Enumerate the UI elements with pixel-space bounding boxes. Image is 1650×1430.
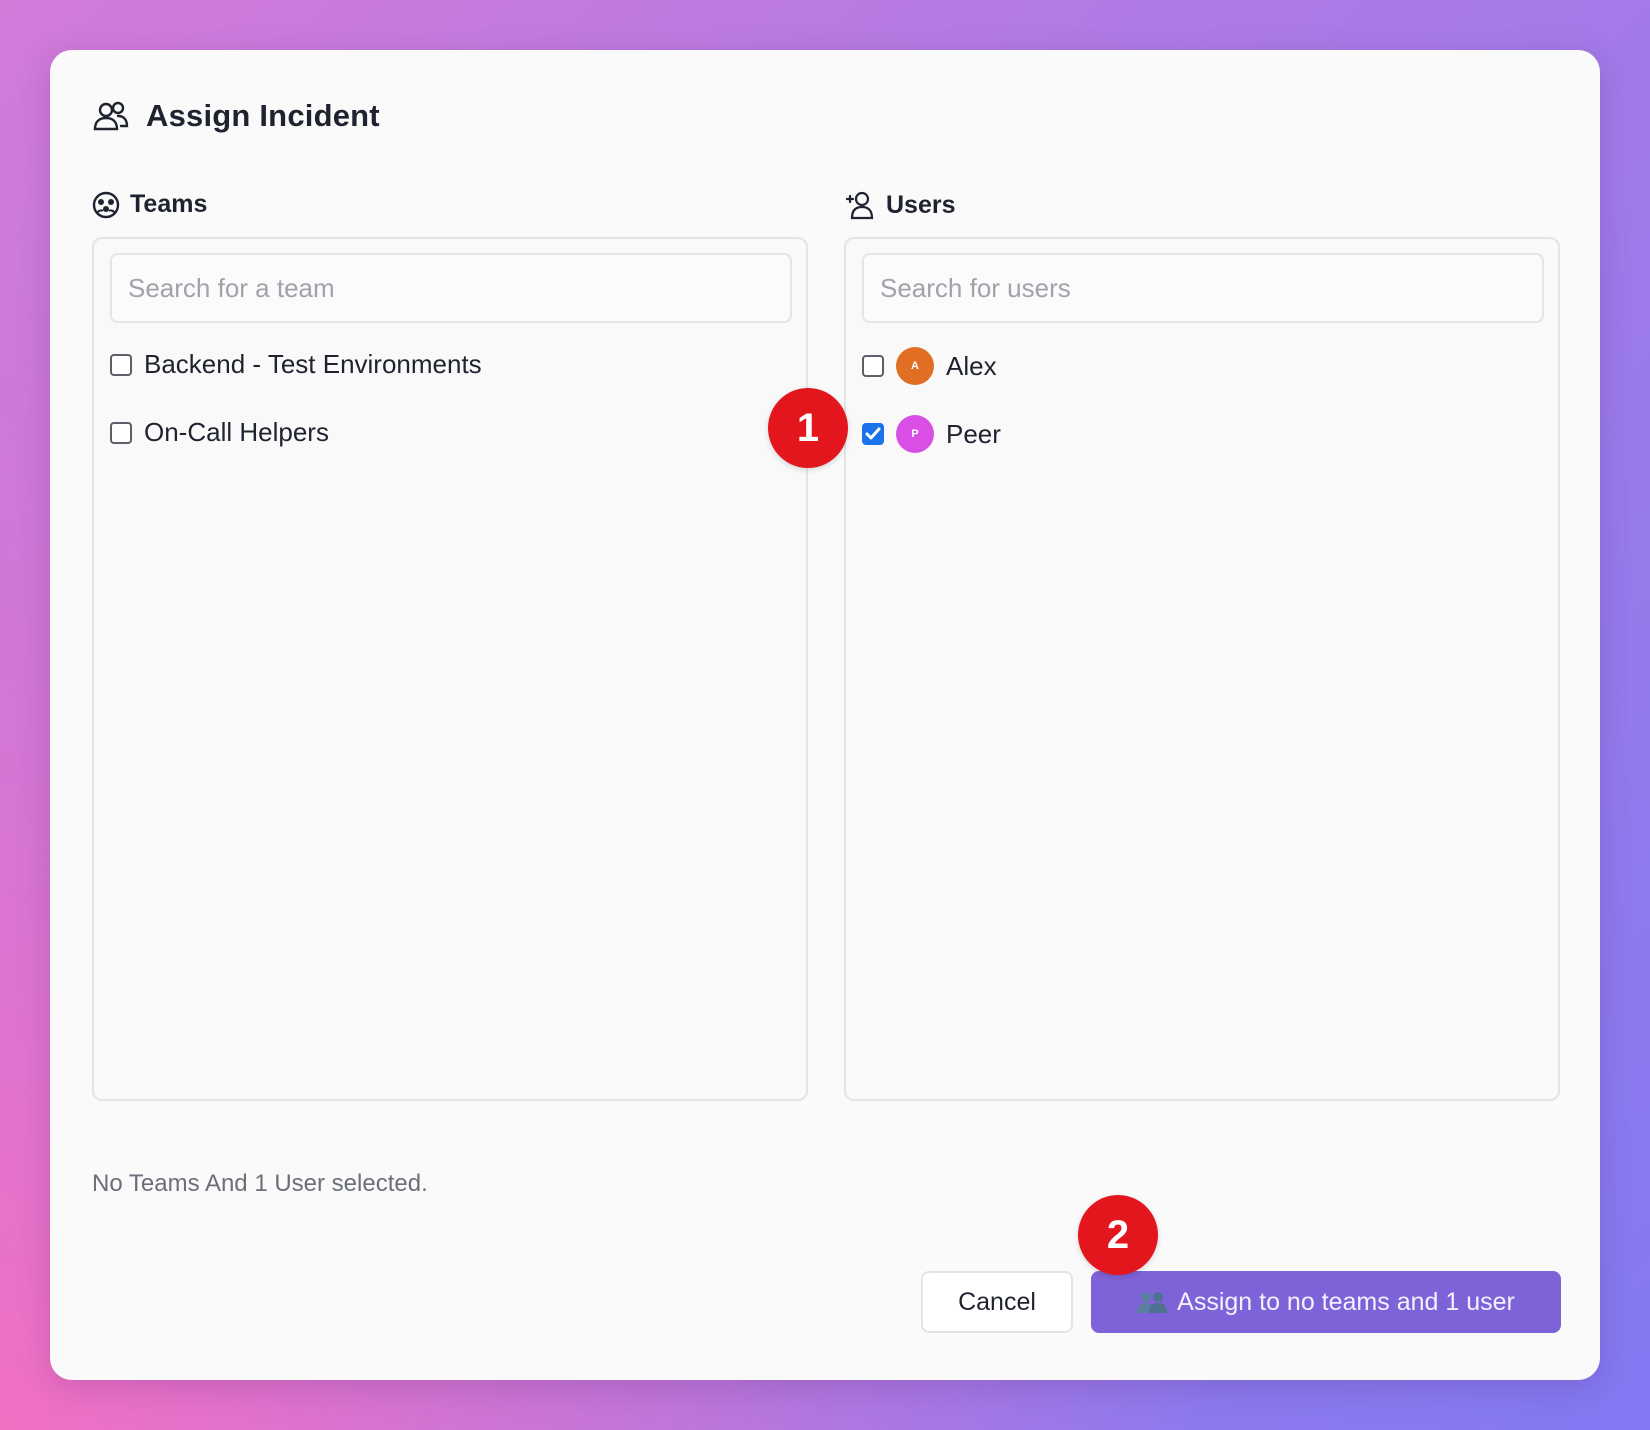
team-item-backend-test-environments[interactable]: Backend - Test Environments <box>110 349 482 380</box>
team-item-label: On-Call Helpers <box>144 417 329 447</box>
checkmark-icon <box>865 427 881 440</box>
add-user-icon <box>844 190 876 220</box>
step-badge-1: 1 <box>768 388 848 468</box>
users-group-icon <box>1137 1291 1168 1313</box>
user-item-label: Alex <box>946 350 997 381</box>
team-item-on-call-helpers[interactable]: On-Call Helpers <box>110 417 329 448</box>
user-item-label: Peer <box>946 418 1001 449</box>
team-search-input[interactable] <box>110 253 792 323</box>
step-badge-2: 2 <box>1078 1195 1158 1275</box>
cancel-button[interactable]: Cancel <box>921 1271 1073 1333</box>
user-item-peer[interactable]: P Peer <box>862 415 1001 453</box>
avatar: P <box>896 415 934 453</box>
user-item-alex[interactable]: A Alex <box>862 347 997 385</box>
team-checkbox[interactable] <box>110 421 132 444</box>
teams-label: Teams <box>130 190 208 218</box>
teams-panel: Backend - Test Environments On-Call Help… <box>92 237 808 1101</box>
user-checkbox[interactable] <box>862 423 884 445</box>
dialog-title: Assign Incident <box>146 98 380 133</box>
users-label: Users <box>886 190 956 219</box>
selection-summary: No Teams And 1 User selected. <box>92 1170 428 1197</box>
teams-section-label: Teams <box>92 190 207 219</box>
avatar: A <box>896 347 934 385</box>
dialog-header: Assign Incident <box>92 98 380 134</box>
user-search-input[interactable] <box>862 253 1544 323</box>
users-section-label: Users <box>844 190 956 220</box>
users-panel: A Alex P Peer <box>844 237 1560 1101</box>
assign-button[interactable]: Assign to no teams and 1 user <box>1091 1271 1561 1333</box>
team-checkbox[interactable] <box>110 353 132 376</box>
team-icon <box>92 191 120 219</box>
assign-button-label: Assign to no teams and 1 user <box>1177 1287 1515 1316</box>
user-checkbox[interactable] <box>862 355 884 377</box>
assign-incident-dialog: Assign Incident Teams Backend - Test Env… <box>50 50 1600 1380</box>
team-item-label: Backend - Test Environments <box>144 349 482 379</box>
users-group-icon <box>92 100 130 132</box>
